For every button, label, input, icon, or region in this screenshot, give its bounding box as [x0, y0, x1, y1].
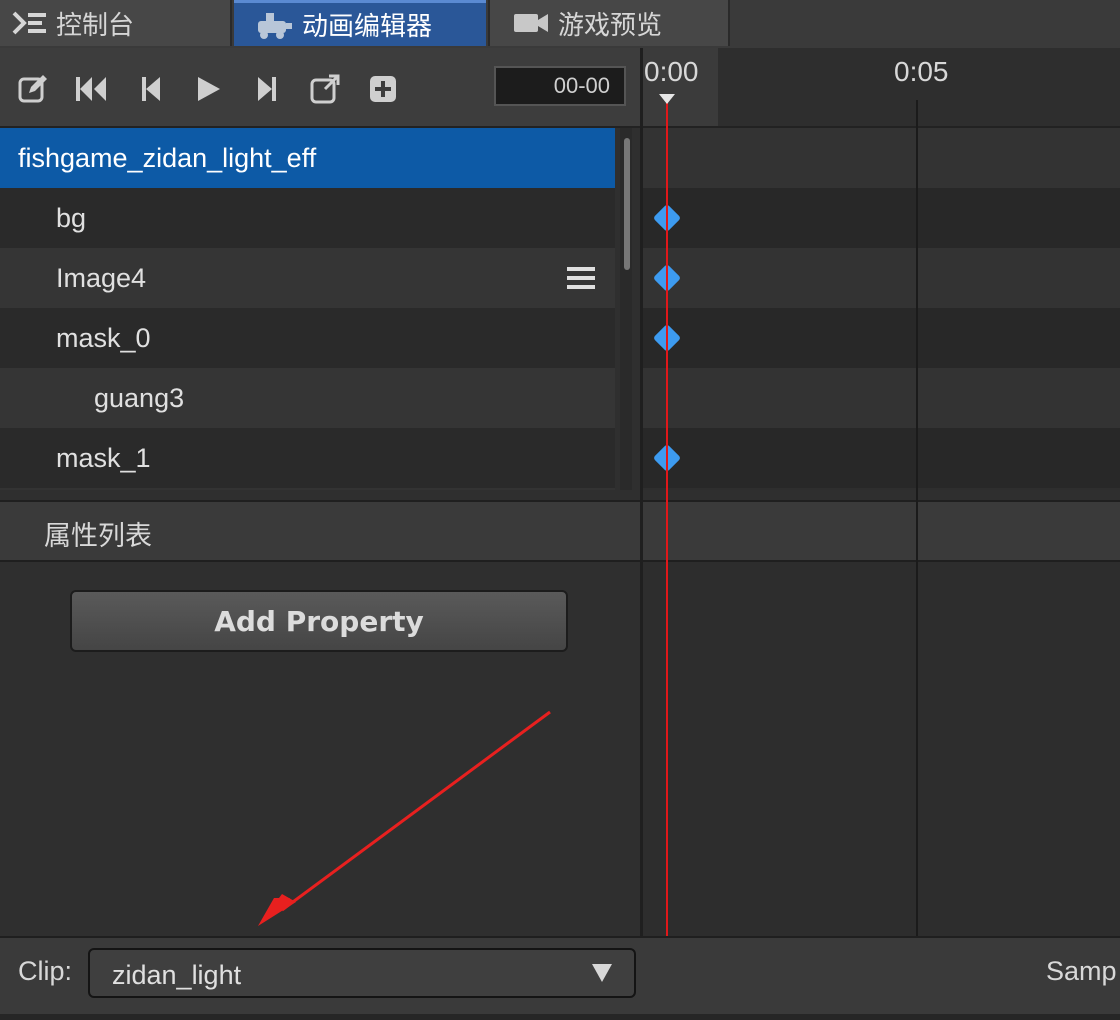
camera-icon [512, 10, 550, 36]
dropdown-arrow-icon [592, 964, 612, 982]
track-row[interactable] [643, 188, 1120, 248]
tab-game-preview-label: 游戏预览 [558, 10, 663, 41]
add-property-button[interactable]: Add Property [70, 590, 568, 652]
tab-console[interactable]: 控制台 [0, 0, 232, 46]
node-name: bg [56, 202, 87, 233]
prev-frame-icon [142, 77, 160, 101]
track-row[interactable] [643, 248, 1120, 308]
node-name: Image4 [56, 262, 147, 293]
node-row-root[interactable]: fishgame_zidan_light_eff [0, 128, 615, 188]
node-tree: fishgame_zidan_light_eff bg Image4 mask_… [0, 128, 615, 490]
sample-label: Samp [1046, 956, 1117, 986]
playhead-line[interactable] [666, 96, 668, 938]
keyframe-track-area[interactable] [643, 128, 1120, 490]
panel-divider[interactable] [640, 48, 643, 938]
timeline-ruler[interactable]: 0:00 0:05 [642, 48, 1120, 128]
menu-icon[interactable] [567, 266, 595, 297]
clip-dropdown-value: zidan_light [112, 960, 242, 990]
open-external-button[interactable] [308, 72, 342, 106]
ruler-tick-label: 0:00 [644, 56, 699, 87]
bottom-edge [0, 1014, 1120, 1020]
edit-icon [18, 75, 47, 103]
node-name: mask_1 [56, 442, 151, 473]
tab-game-preview[interactable]: 游戏预览 [488, 0, 730, 46]
node-row[interactable]: bg [0, 188, 615, 248]
jump-to-start-icon [76, 77, 106, 101]
add-event-icon [370, 76, 396, 102]
node-name: fishgame_zidan_light_eff [18, 142, 317, 173]
open-external-icon [310, 74, 340, 104]
next-frame-icon [258, 77, 276, 101]
prev-frame-button[interactable] [134, 72, 168, 106]
node-row[interactable]: mask_0 [0, 308, 615, 368]
time-marker-line [916, 100, 918, 938]
node-row[interactable]: mask_1 [0, 428, 615, 488]
playhead-handle[interactable] [659, 94, 675, 104]
node-name: mask_0 [56, 322, 151, 353]
track-row[interactable] [643, 428, 1120, 488]
ruler-tick-label: 0:05 [894, 56, 949, 87]
node-row[interactable]: guang3 [0, 368, 615, 428]
tab-console-label: 控制台 [56, 10, 135, 41]
tab-animation-editor[interactable]: 动画编辑器 [234, 0, 486, 46]
edit-button[interactable] [16, 72, 50, 106]
scrollbar-thumb[interactable] [624, 138, 630, 270]
panel-tab-bar: 控制台 动画编辑器 游戏预览 [0, 0, 1120, 48]
play-button[interactable] [192, 72, 226, 106]
add-event-button[interactable] [366, 72, 400, 106]
clip-dropdown[interactable]: zidan_light [88, 948, 636, 998]
property-track-area[interactable] [643, 562, 1120, 936]
property-list-header: 属性列表 [0, 500, 1120, 562]
node-name: guang3 [94, 382, 185, 413]
current-time-field[interactable]: 00-00 [494, 66, 626, 106]
track-row[interactable] [643, 128, 1120, 188]
track-row[interactable] [643, 368, 1120, 428]
jump-to-start-button[interactable] [74, 72, 108, 106]
track-row[interactable] [643, 308, 1120, 368]
node-row[interactable]: Image4 [0, 248, 615, 308]
animation-editor-icon [254, 11, 294, 39]
console-icon [12, 9, 48, 37]
play-icon [198, 77, 220, 101]
animation-toolbar: 00-00 [0, 48, 642, 128]
clip-label: Clip: [18, 956, 73, 986]
next-frame-button[interactable] [250, 72, 284, 106]
property-list-title: 属性列表 [44, 521, 152, 552]
tab-animation-editor-label: 动画编辑器 [302, 12, 433, 42]
